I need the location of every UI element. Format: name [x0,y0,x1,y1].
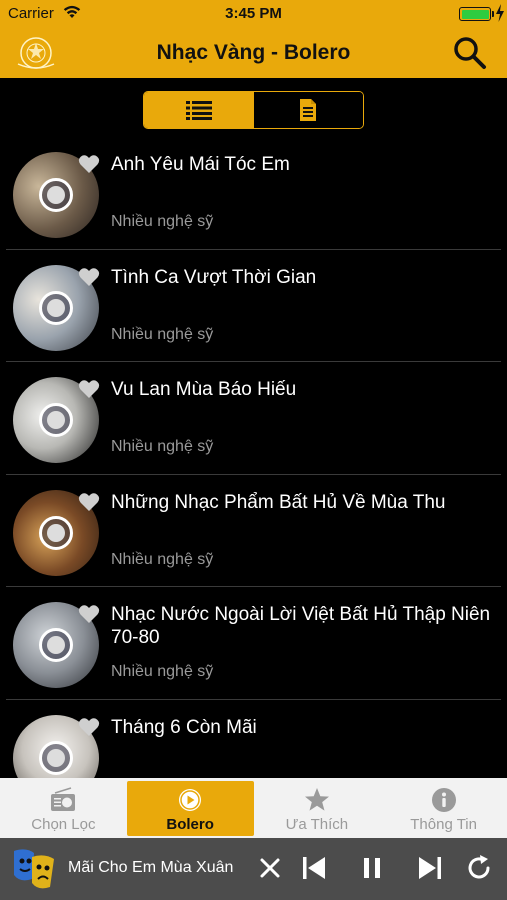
now-playing-art[interactable] [8,843,60,895]
play-dot [47,298,65,317]
song-artist: Nhiều nghệ sỹ [111,438,214,455]
page-title: Nhạc Vàng - Bolero [156,41,351,64]
tab-bar: Chọn Lọc Bolero Ưa Thích Thông Tin [0,778,507,838]
battery-cap [492,11,494,17]
next-track-icon[interactable] [414,852,446,884]
star-icon [304,788,329,811]
song-artist: Nhiều nghệ sỹ [111,213,214,230]
play-dot [47,748,65,767]
status-bar: Carrier 3:45 PM [0,0,507,28]
repeat-icon[interactable] [463,852,495,884]
clock: 3:45 PM [225,5,282,22]
song-artist: Nhiều nghệ sỹ [111,663,214,680]
song-title: Vu Lan Mùa Báo Hiếu [111,379,297,400]
song-title: Tình Ca Vượt Thời Gian [111,266,317,288]
song-artist: Nhiều nghệ sỹ [111,325,214,343]
play-circle-icon [179,789,202,811]
list-item[interactable]: Anh Yêu Mái Tóc Em Nhiều nghệ sỹ [0,137,507,250]
play-dot [47,636,65,654]
tab-label: Bolero [166,816,214,833]
favorite-heart-icon[interactable] [78,379,100,399]
mini-player: Mãi Cho Em Mùa Xuân [0,838,507,900]
list-item[interactable]: Tháng 6 Còn Mãi [0,700,507,778]
favorite-heart-icon[interactable] [78,492,100,512]
play-dot [47,523,65,542]
document-view-button[interactable] [253,92,363,128]
radio-icon [51,787,76,811]
song-title: Anh Yêu Mái Tóc Em [111,154,290,175]
list-view-button[interactable] [144,92,254,128]
previous-track-icon[interactable] [298,852,330,884]
app-header: Nhạc Vàng - Bolero [0,28,507,78]
song-title: Những Nhạc Phẩm Bất Hủ Về Mùa Thu [111,491,446,513]
battery-icon [459,7,491,21]
list-item[interactable]: Nhạc Nước Ngoài Lời Việt Bất Hủ Thập Niê… [0,587,507,700]
tab-label: Chọn Lọc [31,816,96,833]
favorite-heart-icon[interactable] [78,717,100,737]
tab-chon-loc[interactable]: Chọn Lọc [0,778,127,838]
favorite-heart-icon[interactable] [78,154,100,174]
list-view-icon [185,101,212,120]
close-icon[interactable] [254,852,286,884]
tab-label: Ưa Thích [285,816,349,833]
tab-label: Thông Tin [410,816,477,833]
favorite-heart-icon[interactable] [78,267,100,287]
favorite-heart-icon[interactable] [78,604,100,624]
search-icon[interactable] [453,36,487,70]
list-item[interactable]: Những Nhạc Phẩm Bất Hủ Về Mùa Thu Nhiều … [0,475,507,587]
view-toggle [143,91,364,129]
pause-icon[interactable] [356,852,388,884]
document-view-icon [300,99,317,121]
tab-ua-thich[interactable]: Ưa Thích [254,778,381,838]
list-item[interactable]: Vu Lan Mùa Báo Hiếu Nhiều nghệ sỹ [0,362,507,475]
play-dot [47,186,65,204]
play-dot [47,411,65,429]
song-title: Nhạc Nước Ngoài Lời Việt Bất Hủ Thập Niê… [111,604,491,648]
charging-bolt-icon [496,4,504,22]
song-list: Anh Yêu Mái Tóc Em Nhiều nghệ sỹ Tình Ca… [0,137,507,778]
now-playing-title: Mãi Cho Em Mùa Xuân [68,859,234,876]
song-artist: Nhiều nghệ sỹ [111,550,214,568]
tab-bolero[interactable]: Bolero [126,781,254,836]
tab-thong-tin[interactable]: Thông Tin [380,778,507,838]
list-item[interactable]: Tình Ca Vượt Thời Gian Nhiều nghệ sỹ [0,250,507,362]
info-icon [431,788,456,812]
song-title: Tháng 6 Còn Mãi [111,716,257,738]
